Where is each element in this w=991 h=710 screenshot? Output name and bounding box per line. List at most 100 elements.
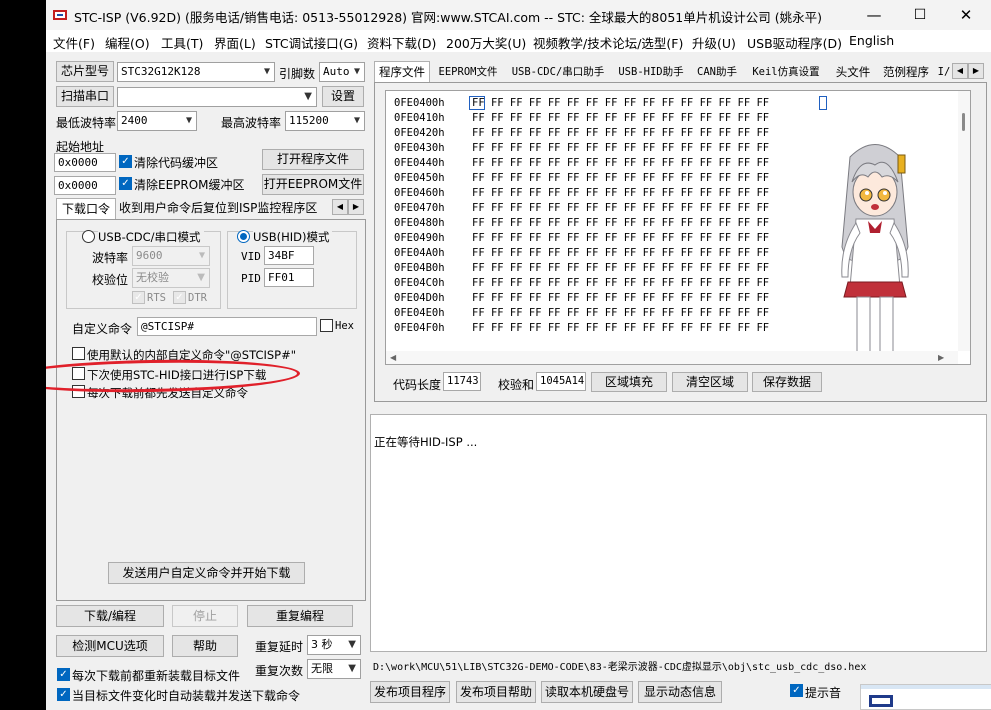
minimize-button[interactable]: — <box>851 0 897 30</box>
menu-file[interactable]: 文件(F) <box>53 33 95 52</box>
min-baud-select[interactable]: 2400 ▼ <box>117 111 197 131</box>
hex-row: 0FE0470h FF FF FF FF FF FF FF FF FF FF FF… <box>394 202 769 217</box>
open-program-file-button[interactable]: 打开程序文件 <box>262 149 364 170</box>
hex-bytes: FF FF FF FF FF FF FF FF FF FF FF FF FF F… <box>472 97 770 109</box>
stop-button[interactable]: 停止 <box>172 605 238 627</box>
chip-type-button[interactable]: 芯片型号 <box>56 61 114 82</box>
tab-can-assistant[interactable]: CAN助手 <box>692 62 742 82</box>
log-output[interactable]: 正在等待HID-ISP ... <box>370 414 987 652</box>
hex-checkbox[interactable] <box>320 319 333 332</box>
repeat-count-select[interactable]: 无限 ▼ <box>307 659 361 679</box>
stc-isp-window: STC-ISP (V6.92D) (服务电话/销售电话: 0513-550129… <box>46 0 991 710</box>
settings-button[interactable]: 设置 <box>322 86 364 107</box>
detect-mcu-button[interactable]: 检测MCU选项 <box>56 635 164 657</box>
hex-bytes: FF FF FF FF FF FF FF FF FF FF FF FF FF F… <box>472 262 770 274</box>
help-button[interactable]: 帮助 <box>172 635 238 657</box>
tab-download-password[interactable]: 下载口令 <box>56 198 116 220</box>
download-program-button[interactable]: 下载/编程 <box>56 605 164 627</box>
popup-thumbnail[interactable] <box>860 684 991 710</box>
auto-reload-checkbox[interactable]: ✓ <box>57 688 70 701</box>
tab-program-file[interactable]: 程序文件 <box>374 61 430 83</box>
dtr-checkbox[interactable]: ✓ <box>173 291 186 304</box>
menu-upgrade[interactable]: 升级(U) <box>692 33 736 52</box>
pin-count-select[interactable]: Auto ▼ <box>319 62 365 82</box>
open-eeprom-file-button[interactable]: 打开EEPROM文件 <box>262 174 364 195</box>
menu-datasheets[interactable]: 资料下载(D) <box>367 33 436 52</box>
hex-address: 0FE04A0h <box>394 247 445 259</box>
tab-header-file[interactable]: 头文件 <box>830 62 876 82</box>
hex-viewer[interactable]: 0FE0400h FF FF FF FF FF FF FF FF FF FF FF… <box>385 90 971 365</box>
send-before-download-checkbox[interactable] <box>72 385 85 398</box>
scroll-right-arrow-icon[interactable]: ▶ <box>938 353 944 362</box>
parity-label: 校验位 <box>92 273 129 287</box>
right-tab-scroll-right-button[interactable]: ▶ <box>968 63 984 79</box>
reload-before-download-checkbox[interactable]: ✓ <box>57 668 70 681</box>
scan-port-button[interactable]: 扫描串口 <box>56 86 114 107</box>
usb-cdc-mode-radio[interactable] <box>82 230 95 243</box>
clear-eeprom-buffer-checkbox[interactable]: ✓ <box>119 177 132 190</box>
use-default-command-label: 使用默认的内部自定义命令"@STCISP#" <box>87 348 297 362</box>
menu-video-forum[interactable]: 视频教学/技术论坛/选型(F) <box>533 33 683 52</box>
baud-rate-select[interactable]: 9600 ▼ <box>132 246 210 266</box>
right-tab-scroll-left-button[interactable]: ◀ <box>952 63 968 79</box>
menu-usb-driver[interactable]: USB驱动程序(D) <box>747 33 842 52</box>
chip-type-value: STC32G12K128 <box>121 65 201 78</box>
hex-row: 0FE0410h FF FF FF FF FF FF FF FF FF FF FF… <box>394 112 769 127</box>
clear-code-buffer-checkbox[interactable]: ✓ <box>119 155 132 168</box>
code-start-address-input[interactable]: 0x0000 <box>54 153 116 172</box>
show-dynamic-info-button[interactable]: 显示动态信息 <box>638 681 722 703</box>
vertical-scroll-thumb[interactable] <box>962 113 965 131</box>
chevron-down-icon: ▼ <box>304 91 312 102</box>
pid-input[interactable]: FF01 <box>264 268 314 287</box>
menu-interface[interactable]: 界面(L) <box>214 33 256 52</box>
tab-io[interactable]: I/ <box>936 62 952 82</box>
tab-keil-settings[interactable]: Keil仿真设置 <box>746 62 826 82</box>
fill-region-button[interactable]: 区域填充 <box>591 372 667 392</box>
next-use-hid-checkbox[interactable] <box>72 367 85 380</box>
close-button[interactable]: ✕ <box>943 0 989 30</box>
save-data-button[interactable]: 保存数据 <box>752 372 822 392</box>
menu-debug-interface[interactable]: STC调试接口(G) <box>265 33 358 52</box>
publish-project-help-button[interactable]: 发布项目帮助 <box>456 681 536 703</box>
ascii-cursor <box>819 96 827 110</box>
hex-horizontal-scrollbar[interactable]: ◀ ▶ <box>386 351 958 364</box>
maximize-button[interactable]: ☐ <box>897 0 943 30</box>
checksum-label: 校验和 <box>498 378 535 392</box>
hex-address: 0FE04E0h <box>394 307 445 319</box>
vid-input[interactable]: 34BF <box>264 246 314 265</box>
chip-type-select[interactable]: STC32G12K128 ▼ <box>117 62 275 82</box>
read-disk-id-button[interactable]: 读取本机硬盘号 <box>541 681 633 703</box>
parity-select[interactable]: 无校验 ▼ <box>132 268 210 288</box>
use-default-command-checkbox[interactable] <box>72 347 85 360</box>
hex-vertical-scrollbar[interactable] <box>958 91 970 351</box>
menu-prize[interactable]: 200万大奖(U) <box>446 33 526 52</box>
hex-bytes: FF FF FF FF FF FF FF FF FF FF FF FF FF F… <box>472 322 770 334</box>
code-length-value: 11743 <box>443 372 481 391</box>
send-command-download-button[interactable]: 发送用户自定义命令并开始下载 <box>108 562 305 584</box>
rts-checkbox[interactable]: ✓ <box>132 291 145 304</box>
menu-english[interactable]: English <box>849 33 894 48</box>
custom-command-input[interactable]: @STCISP# <box>137 317 317 336</box>
tab-eeprom-file[interactable]: EEPROM文件 <box>434 62 502 82</box>
custom-command-label: 自定义命令 <box>72 322 133 336</box>
clear-region-button[interactable]: 清空区域 <box>672 372 748 392</box>
eeprom-start-address-input[interactable]: 0x0000 <box>54 176 116 195</box>
scroll-left-arrow-icon[interactable]: ◀ <box>390 353 396 362</box>
repeat-delay-select[interactable]: 3 秒 ▼ <box>307 635 361 655</box>
tab-scroll-left-button[interactable]: ◀ <box>332 199 348 215</box>
usb-hid-mode-radio[interactable] <box>237 230 250 243</box>
publish-project-program-button[interactable]: 发布项目程序 <box>370 681 450 703</box>
port-select[interactable]: ▼ <box>117 87 317 107</box>
hex-address: 0FE0470h <box>394 202 445 214</box>
menu-tools[interactable]: 工具(T) <box>161 33 203 52</box>
repeat-program-button[interactable]: 重复编程 <box>247 605 353 627</box>
beep-checkbox[interactable]: ✓ <box>790 684 803 697</box>
hex-row: 0FE04B0h FF FF FF FF FF FF FF FF FF FF FF… <box>394 262 769 277</box>
menu-program[interactable]: 编程(O) <box>105 33 150 52</box>
tab-usb-cdc-assistant[interactable]: USB-CDC/串口助手 <box>506 62 610 82</box>
tab-reset-to-isp[interactable]: 收到用户命令后复位到ISP监控程序区 <box>119 199 329 219</box>
tab-usb-hid-assistant[interactable]: USB-HID助手 <box>614 62 688 82</box>
tab-scroll-right-button[interactable]: ▶ <box>348 199 364 215</box>
tab-examples[interactable]: 范例程序 <box>878 62 934 82</box>
max-baud-select[interactable]: 115200 ▼ <box>285 111 365 131</box>
